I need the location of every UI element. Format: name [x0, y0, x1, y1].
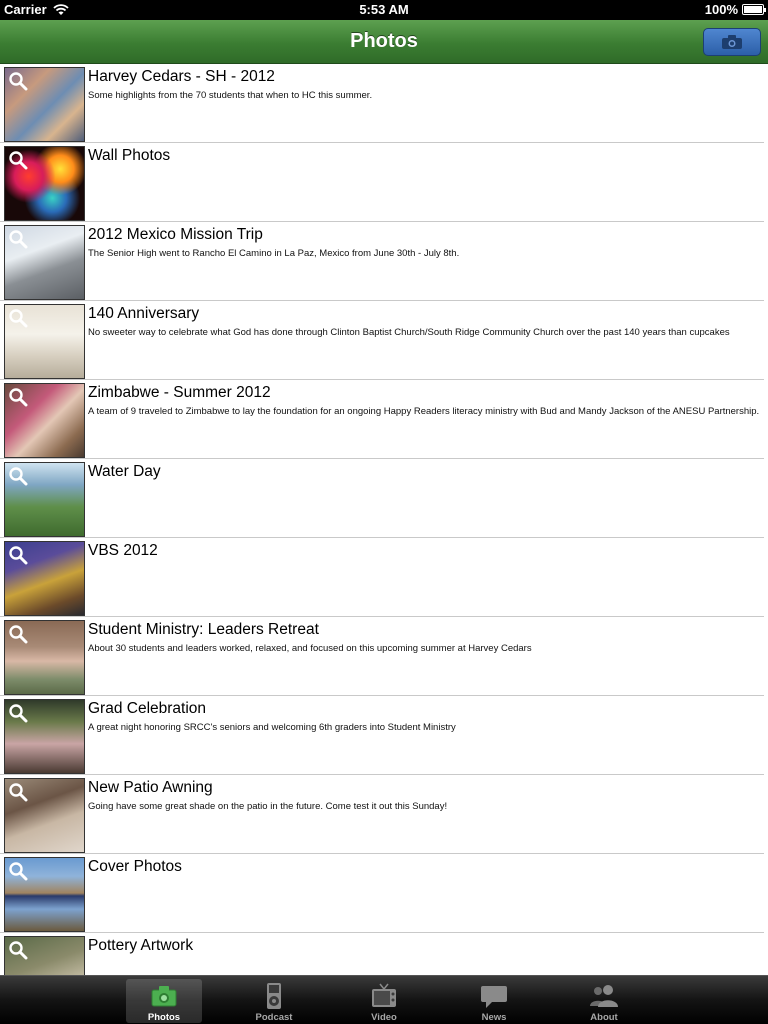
album-row[interactable]: Zimbabwe - Summer 2012 A team of 9 trave… — [0, 380, 764, 459]
album-row[interactable]: Harvey Cedars - SH - 2012 Some highlight… — [0, 64, 764, 143]
album-title: Water Day — [88, 463, 161, 480]
album-row[interactable]: Grad Celebration A great night honoring … — [0, 696, 764, 775]
magnifier-icon — [9, 72, 28, 91]
album-title: Zimbabwe - Summer 2012 — [88, 384, 271, 401]
navigation-bar: Photos — [0, 20, 768, 64]
album-thumbnail — [4, 936, 85, 975]
album-list[interactable]: Harvey Cedars - SH - 2012 Some highlight… — [0, 64, 768, 975]
album-row[interactable]: 2012 Mexico Mission Trip The Senior High… — [0, 222, 764, 301]
camera-icon — [722, 35, 742, 49]
battery-icon — [742, 4, 766, 15]
tab-label: Photos — [147, 1012, 181, 1023]
album-description: Some highlights from the 70 students tha… — [88, 90, 373, 101]
album-description: Going have some great shade on the patio… — [88, 801, 448, 812]
album-row[interactable]: Water Day — [0, 459, 764, 538]
tab-bar: Photos Podcast Video News About — [0, 975, 768, 1024]
album-thumbnail — [4, 462, 85, 537]
battery-percent: 100% — [704, 2, 738, 17]
album-row[interactable]: Student Ministry: Leaders Retreat About … — [0, 617, 764, 696]
magnifier-icon — [9, 625, 28, 644]
tab-label: Video — [371, 1012, 397, 1023]
album-row[interactable]: 140 Anniversary No sweeter way to celebr… — [0, 301, 764, 380]
magnifier-icon — [9, 546, 28, 565]
album-title: 140 Anniversary — [88, 305, 200, 322]
magnifier-icon — [9, 151, 28, 170]
album-thumbnail — [4, 699, 85, 774]
status-bar: Carrier 5:53 AM 100% — [0, 0, 768, 20]
status-time: 5:53 AM — [359, 2, 409, 17]
album-title: Harvey Cedars - SH - 2012 — [88, 68, 275, 85]
tab-podcast[interactable]: Podcast — [236, 979, 312, 1023]
album-description: The Senior High went to Rancho El Camino… — [88, 248, 460, 259]
album-title: Grad Celebration — [88, 700, 207, 717]
tab-video[interactable]: Video — [346, 979, 422, 1023]
album-thumbnail — [4, 67, 85, 142]
tab-label: News — [481, 1012, 507, 1023]
album-thumbnail — [4, 225, 85, 300]
ipod-icon — [267, 983, 281, 1009]
album-description: About 30 students and leaders worked, re… — [88, 643, 532, 654]
album-thumbnail — [4, 304, 85, 379]
tv-icon — [372, 983, 396, 1007]
people-icon — [590, 985, 618, 1007]
album-title: Cover Photos — [88, 858, 182, 875]
magnifier-icon — [9, 309, 28, 328]
album-title: Wall Photos — [88, 147, 171, 164]
tab-label: About — [590, 1012, 618, 1023]
tab-label: Podcast — [255, 1012, 293, 1023]
status-right: 100% — [704, 2, 766, 17]
album-description: A great night honoring SRCC's seniors an… — [88, 722, 456, 733]
tab-about[interactable]: About — [566, 979, 642, 1023]
album-title: Student Ministry: Leaders Retreat — [88, 621, 319, 638]
camera-icon — [151, 986, 177, 1007]
album-description: No sweeter way to celebrate what God has… — [88, 327, 730, 338]
tab-news[interactable]: News — [456, 979, 532, 1023]
album-row[interactable]: New Patio Awning Going have some great s… — [0, 775, 764, 854]
magnifier-icon — [9, 704, 28, 723]
album-thumbnail — [4, 146, 85, 221]
camera-button[interactable] — [703, 28, 761, 56]
album-row[interactable]: VBS 2012 — [0, 538, 764, 617]
speech-bubble-icon — [481, 986, 507, 1008]
magnifier-icon — [9, 783, 28, 802]
album-title: VBS 2012 — [88, 542, 158, 559]
magnifier-icon — [9, 862, 28, 881]
album-thumbnail — [4, 778, 85, 853]
album-thumbnail — [4, 620, 85, 695]
page-title: Photos — [350, 30, 418, 52]
magnifier-icon — [9, 388, 28, 407]
album-row[interactable]: Pottery Artwork — [0, 933, 764, 975]
album-thumbnail — [4, 541, 85, 616]
album-description: A team of 9 traveled to Zimbabwe to lay … — [88, 406, 760, 417]
album-title: New Patio Awning — [88, 779, 213, 796]
album-thumbnail — [4, 383, 85, 458]
album-title: 2012 Mexico Mission Trip — [88, 226, 263, 243]
album-row[interactable]: Cover Photos — [0, 854, 764, 933]
tab-photos[interactable]: Photos — [126, 979, 202, 1023]
album-thumbnail — [4, 857, 85, 932]
magnifier-icon — [9, 230, 28, 249]
magnifier-icon — [9, 467, 28, 486]
album-row[interactable]: Wall Photos — [0, 143, 764, 222]
album-title: Pottery Artwork — [88, 937, 194, 954]
magnifier-icon — [9, 941, 28, 960]
